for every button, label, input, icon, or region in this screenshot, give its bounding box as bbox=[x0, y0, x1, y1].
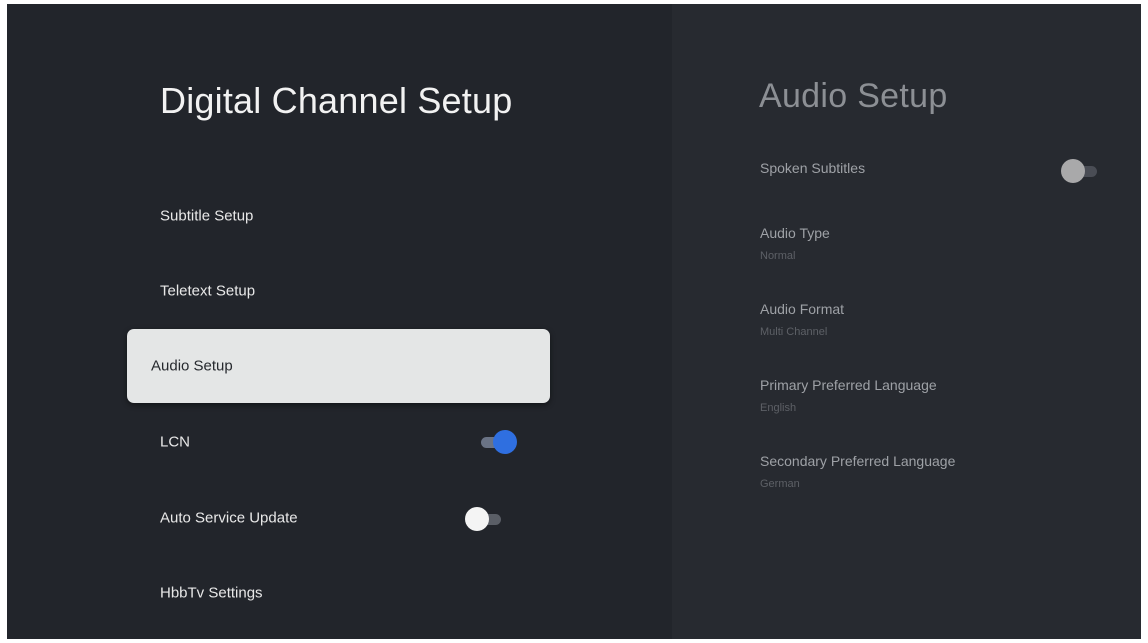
toggle-knob bbox=[493, 430, 517, 454]
menu-item-label: HbbTv Settings bbox=[160, 584, 263, 602]
menu-item-label: Auto Service Update bbox=[160, 509, 298, 527]
detail-item-value: Normal bbox=[760, 250, 796, 262]
auto-service-update-toggle[interactable] bbox=[465, 507, 505, 531]
detail-item-audio-type: Audio Type Normal bbox=[760, 225, 830, 262]
menu-item-auto-service-update[interactable]: Auto Service Update bbox=[127, 481, 550, 555]
detail-item-label: Audio Type bbox=[760, 225, 830, 241]
menu-item-label: Audio Setup bbox=[151, 357, 233, 375]
menu-item-label: Subtitle Setup bbox=[160, 207, 254, 225]
menu-item-teletext-setup[interactable]: Teletext Setup bbox=[127, 254, 550, 328]
page-title: Digital Channel Setup bbox=[160, 80, 513, 121]
detail-item-secondary-language: Secondary Preferred Language German bbox=[760, 453, 955, 490]
menu-item-hbbtv-settings[interactable]: HbbTv Settings bbox=[127, 556, 550, 630]
detail-item-label: Primary Preferred Language bbox=[760, 377, 937, 393]
menu-item-label: LCN bbox=[160, 433, 191, 451]
menu-item-label: Teletext Setup bbox=[160, 282, 256, 300]
detail-item-primary-language: Primary Preferred Language English bbox=[760, 377, 937, 414]
detail-item-value: English bbox=[760, 402, 797, 414]
lcn-toggle[interactable] bbox=[477, 430, 517, 454]
detail-title: Audio Setup bbox=[759, 77, 948, 115]
detail-item-label: Spoken Subtitles bbox=[760, 160, 866, 176]
detail-item-label: Secondary Preferred Language bbox=[760, 453, 956, 469]
toggle-knob bbox=[1061, 159, 1085, 183]
menu-item-audio-setup[interactable]: Audio Setup bbox=[127, 329, 550, 403]
toggle-knob bbox=[465, 507, 489, 531]
detail-item-value: Multi Channel bbox=[760, 326, 828, 338]
detail-item-audio-format: Audio Format Multi Channel bbox=[760, 301, 844, 338]
detail-item-label: Audio Format bbox=[760, 301, 845, 317]
detail-item-spoken-subtitles: Spoken Subtitles bbox=[760, 160, 865, 176]
spoken-subtitles-toggle bbox=[1061, 159, 1101, 183]
detail-item-value: German bbox=[760, 478, 800, 490]
menu-item-subtitle-setup[interactable]: Subtitle Setup bbox=[127, 179, 550, 253]
tv-settings-screen: Digital Channel Setup Subtitle Setup Tel… bbox=[7, 4, 1141, 639]
menu-item-lcn[interactable]: LCN bbox=[127, 405, 550, 479]
